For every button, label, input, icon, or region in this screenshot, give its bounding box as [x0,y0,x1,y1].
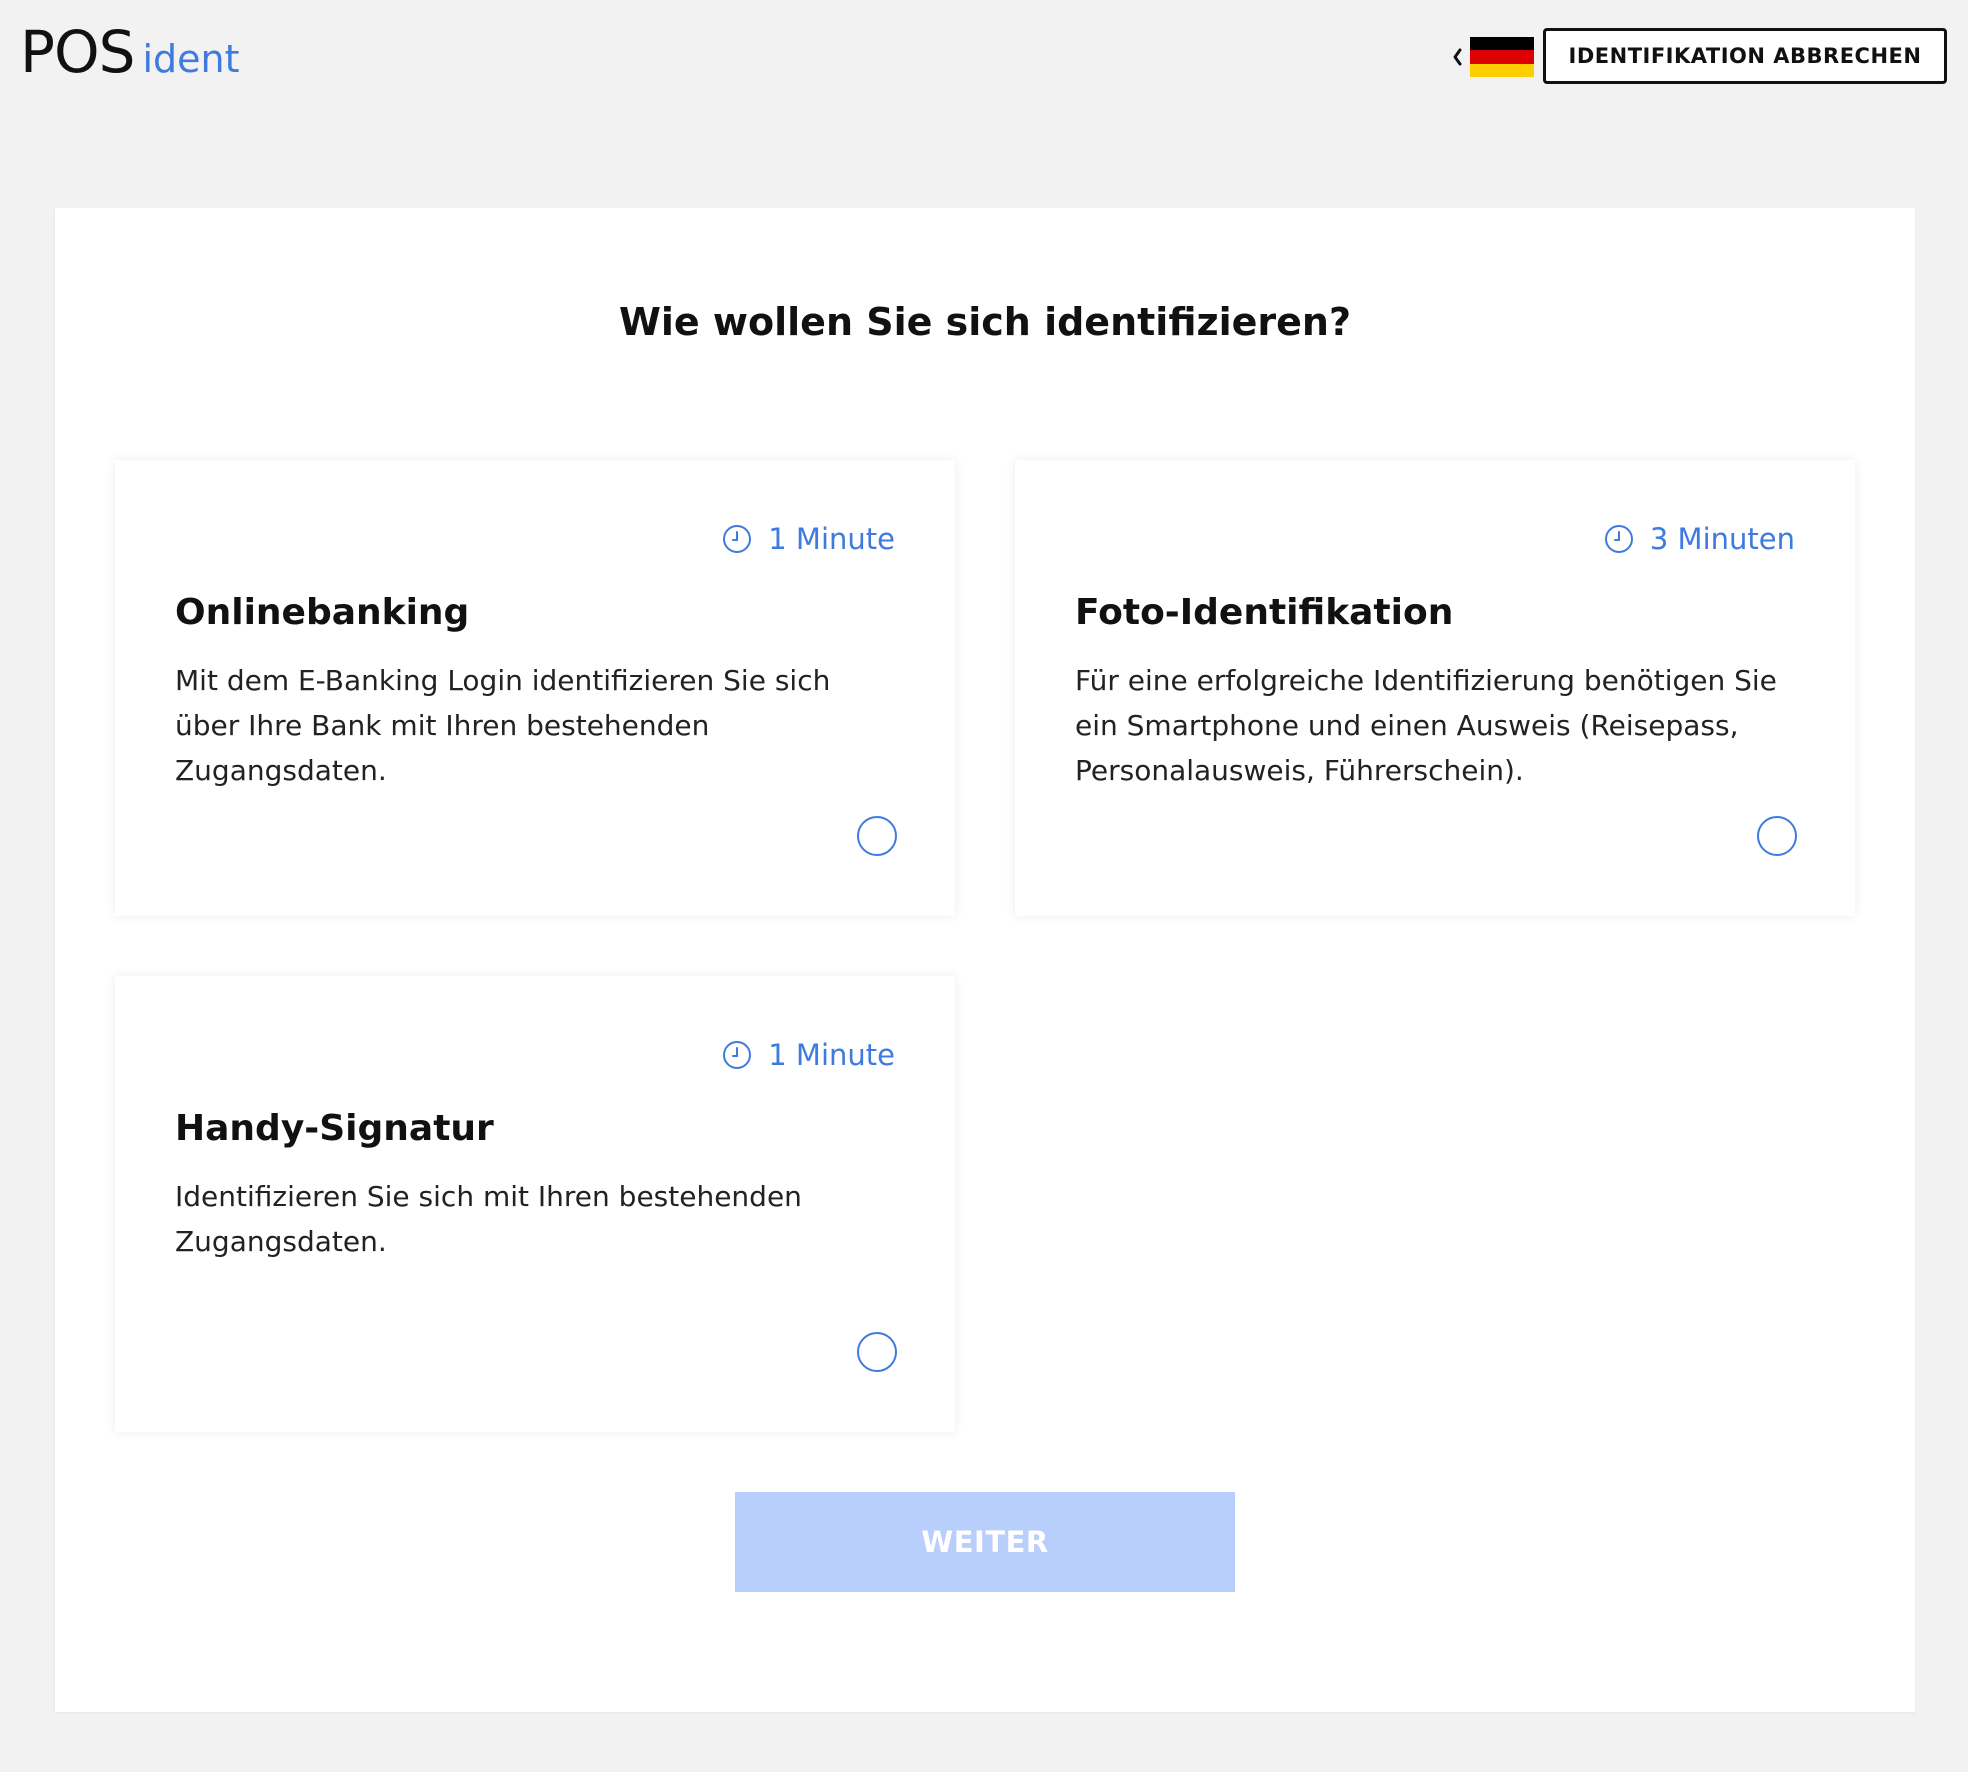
duration-badge: 1 Minute [722,1038,895,1072]
duration-badge: 1 Minute [722,522,895,556]
option-title: Onlinebanking [175,592,470,633]
clock-icon [722,524,752,554]
continue-button[interactable]: WEITER [735,1492,1235,1592]
option-card-onlinebanking[interactable]: 1 Minute Onlinebanking Mit dem E-Banking… [115,460,955,916]
clock-icon [1604,524,1634,554]
option-description: Identifizieren Sie sich mit Ihren besteh… [175,1180,802,1258]
duration-text: 1 Minute [768,522,895,556]
cancel-identification-button[interactable]: IDENTIFIKATION ABBRECHEN [1543,28,1947,84]
language-switcher[interactable] [1444,37,1534,77]
logo: POS ident [20,18,240,88]
logo-secondary: ident [142,37,240,81]
option-description: Für eine erfolgreiche Identifizierung be… [1075,664,1777,787]
duration-badge: 3 Minuten [1604,522,1795,556]
page-title: Wie wollen Sie sich identifizieren? [618,300,1352,344]
option-card-foto-identifikation[interactable]: 3 Minuten Foto-Identifikation Für eine e… [1015,460,1855,916]
option-card-handy-signatur[interactable]: 1 Minute Handy-Signatur Identifizieren S… [115,976,955,1432]
option-description: Mit dem E-Banking Login identifizieren S… [175,664,831,787]
option-title: Foto-Identifikation [1075,592,1454,633]
option-radio[interactable] [857,816,897,856]
logo-primary: POS [20,18,135,86]
germany-flag-icon[interactable] [1470,37,1534,77]
clock-icon [722,1040,752,1070]
option-radio[interactable] [1757,816,1797,856]
option-title: Handy-Signatur [175,1108,494,1149]
option-radio[interactable] [857,1332,897,1372]
chevron-left-icon[interactable] [1444,37,1470,77]
duration-text: 3 Minuten [1649,522,1795,556]
main-panel: Wie wollen Sie sich identifizieren? 1 Mi… [55,208,1915,1712]
duration-text: 1 Minute [768,1038,895,1072]
